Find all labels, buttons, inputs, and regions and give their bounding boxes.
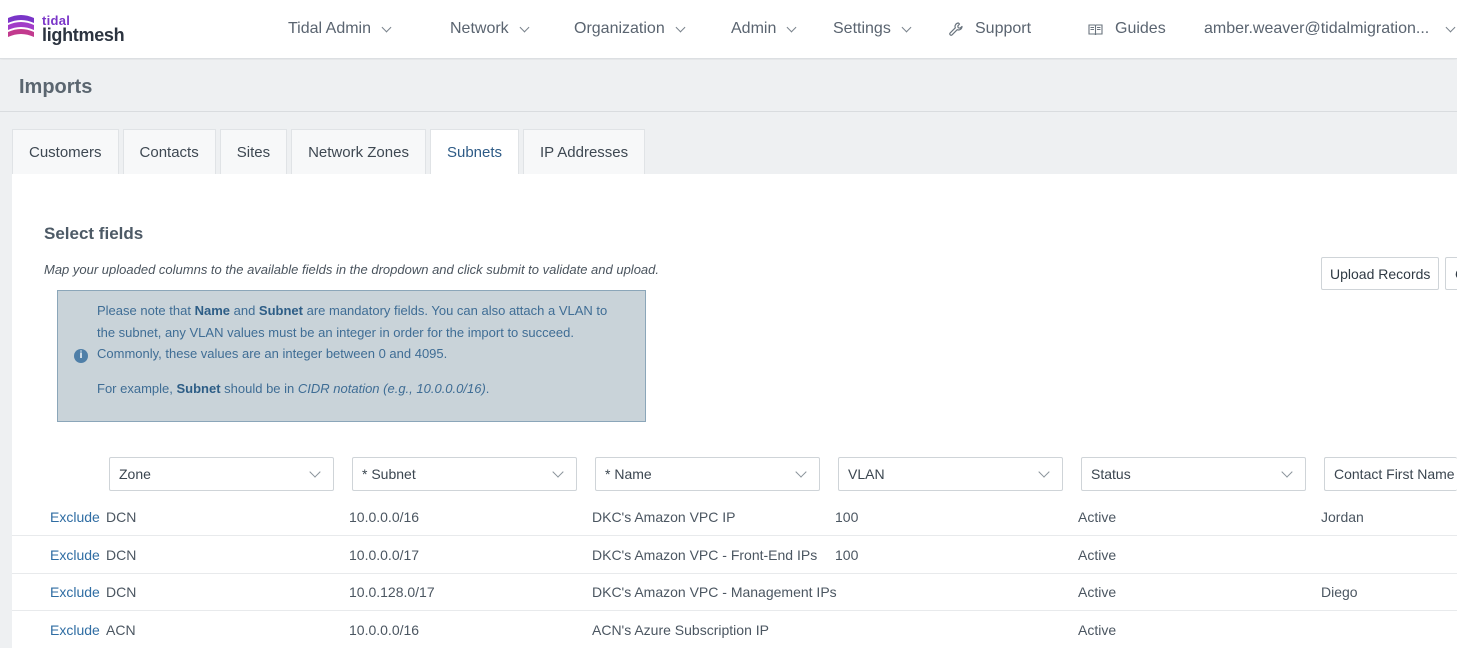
section-title: Select fields [44, 224, 144, 243]
cell-subnet: 10.0.128.0/17 [349, 584, 435, 600]
info-icon: i [74, 349, 88, 363]
tab-subnets[interactable]: Subnets [429, 129, 520, 174]
nav-network[interactable]: Network [450, 18, 530, 40]
nav-label: Admin [731, 20, 777, 37]
chevron-down-icon [901, 22, 912, 32]
chevron-down-icon [786, 22, 797, 32]
chevron-down-icon [381, 22, 392, 32]
upload-records-button[interactable]: Upload Records [1321, 257, 1440, 290]
alert-line-3: Commonly, these values are an integer be… [97, 346, 448, 361]
cell-subnet: 10.0.0.0/16 [349, 509, 420, 525]
exclude-link[interactable]: Exclude [50, 509, 100, 525]
cell-vlan: 100 [835, 547, 859, 563]
tab-network-zones[interactable]: Network Zones [291, 129, 426, 174]
alert-line-2: the subnet, any VLAN values must be an i… [97, 325, 574, 340]
tab-content-panel: Select fields Map your uploaded columns … [12, 174, 1457, 648]
nav-tidal-admin[interactable]: Tidal Admin [288, 18, 392, 40]
field-select-subnet[interactable]: * Subnet [352, 457, 577, 491]
page-title: Imports [19, 76, 93, 98]
chevron-down-icon [795, 466, 807, 478]
tab-contacts[interactable]: Contacts [122, 129, 216, 174]
tab-customers[interactable]: Customers [12, 129, 119, 174]
table-row: Exclude DCN 10.0.0.0/16 DKC's Amazon VPC… [12, 498, 1457, 536]
nav-label: Settings [833, 20, 891, 37]
cell-name: DKC's Amazon VPC - Front-End IPs [592, 547, 818, 563]
chevron-down-icon [552, 466, 564, 478]
logo-mark-icon [8, 15, 34, 37]
field-select-value: Status [1091, 466, 1131, 482]
tab-ip-addresses[interactable]: IP Addresses [523, 129, 646, 174]
logo-text-large: lightmesh [42, 25, 125, 45]
top-navbar: tidal lightmesh Tidal Admin Network Orga… [0, 0, 1457, 59]
cell-contact-first-name: Jordan [1321, 509, 1364, 525]
page-header: Imports [0, 60, 1457, 112]
wrench-icon [949, 22, 963, 36]
nav-label: Network [450, 20, 509, 37]
cell-status: Active [1078, 584, 1117, 600]
exclude-link[interactable]: Exclude [50, 622, 100, 638]
chevron-down-icon [309, 466, 321, 478]
nav-support[interactable]: Support [949, 18, 1031, 40]
cell-zone: ACN [106, 622, 136, 638]
section-description: Map your uploaded columns to the availab… [44, 262, 659, 277]
field-select-value: Contact First Name [1334, 466, 1455, 482]
chevron-down-icon [675, 22, 686, 32]
nav-settings[interactable]: Settings [833, 18, 912, 40]
tab-sites[interactable]: Sites [219, 129, 288, 174]
field-select-value: Zone [119, 466, 151, 482]
cell-status: Active [1078, 509, 1117, 525]
tidal-lightmesh-logo[interactable]: tidal lightmesh [6, 12, 126, 46]
field-select-value: * Name [605, 466, 652, 482]
info-alert: i Please note that Name and Subnet are m… [57, 290, 646, 422]
field-select-vlan[interactable]: VLAN [838, 457, 1063, 491]
import-tabs: Customers Contacts Sites Network Zones S… [12, 129, 649, 174]
table-row: Exclude DCN 10.0.128.0/17 DKC's Amazon V… [12, 573, 1457, 611]
cell-status: Active [1078, 547, 1117, 563]
nav-label: Support [975, 20, 1032, 37]
table-row: Exclude DCN 10.0.0.0/17 DKC's Amazon VPC… [12, 536, 1457, 574]
nav-label: Tidal Admin [288, 20, 371, 37]
cell-name: DKC's Amazon VPC - Management IPs [592, 584, 837, 600]
cell-subnet: 10.0.0.0/17 [349, 547, 420, 563]
chevron-down-icon [1038, 466, 1050, 478]
cell-vlan: 100 [835, 509, 859, 525]
chevron-down-icon [1281, 466, 1293, 478]
nav-label: Organization [574, 20, 665, 37]
field-select-name[interactable]: * Name [595, 457, 820, 491]
nav-organization[interactable]: Organization [574, 18, 686, 40]
nav-guides[interactable]: Guides [1088, 18, 1166, 40]
table-row: Exclude ACN 10.0.0.0/16 ACN's Azure Subs… [12, 611, 1457, 648]
cell-zone: DCN [106, 584, 137, 600]
field-select-value: * Subnet [362, 466, 416, 482]
field-select-status[interactable]: Status [1081, 457, 1306, 491]
book-icon [1088, 23, 1103, 36]
cell-zone: DCN [106, 547, 137, 563]
field-select-value: VLAN [848, 466, 885, 482]
cell-status: Active [1078, 622, 1117, 638]
cell-subnet: 10.0.0.0/16 [349, 622, 420, 638]
field-select-contact-first-name[interactable]: Contact First Name [1324, 457, 1457, 491]
chevron-down-icon [1445, 22, 1456, 32]
cell-name: DKC's Amazon VPC IP [592, 509, 736, 525]
cell-name: ACN's Azure Subscription IP [592, 622, 769, 638]
nav-user-email: amber.weaver@tidalmigration... [1204, 20, 1430, 37]
field-select-zone[interactable]: Zone [109, 457, 334, 491]
nav-label: Guides [1115, 20, 1166, 37]
chevron-down-icon [519, 22, 530, 32]
cancel-button[interactable]: C [1445, 257, 1457, 290]
cell-contact-first-name: Diego [1321, 584, 1358, 600]
alert-line-1: Please note that Name and Subnet are man… [97, 303, 608, 318]
exclude-link[interactable]: Exclude [50, 584, 100, 600]
cell-zone: DCN [106, 509, 137, 525]
exclude-link[interactable]: Exclude [50, 547, 100, 563]
nav-user-menu[interactable]: amber.weaver@tidalmigration... [1204, 18, 1456, 40]
nav-admin[interactable]: Admin [731, 18, 797, 40]
alert-line-4: For example, Subnet should be in CIDR no… [97, 381, 490, 396]
